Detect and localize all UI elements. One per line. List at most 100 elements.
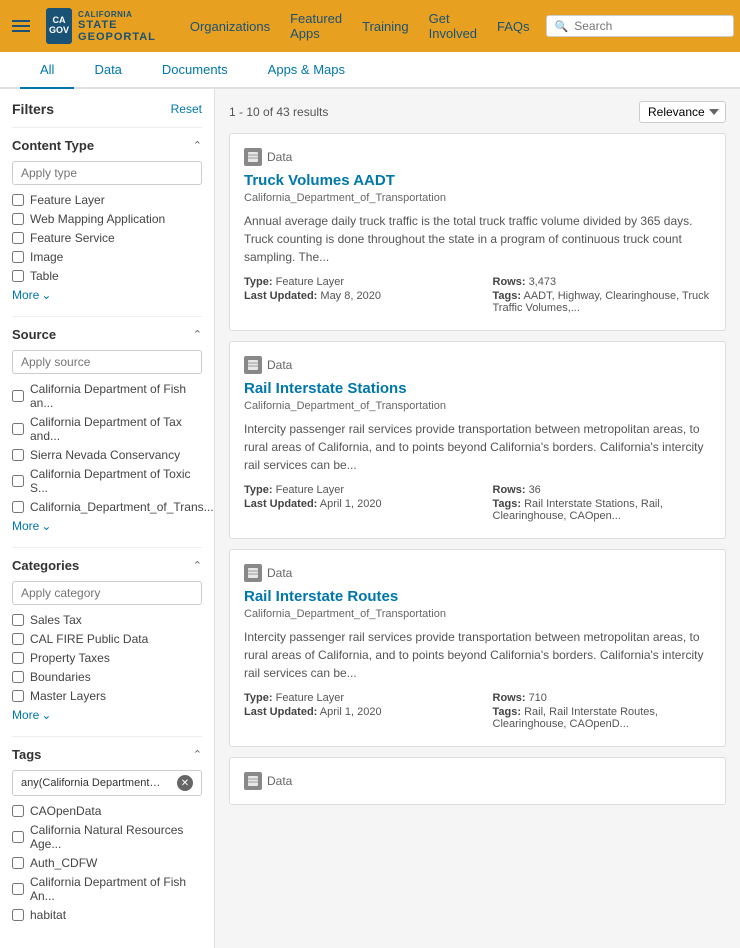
source-more[interactable]: More ⌄	[12, 519, 202, 533]
categories-input[interactable]	[12, 581, 202, 605]
content-type-more[interactable]: More ⌄	[12, 288, 202, 302]
card-meta-type-1: Type: Feature Layer	[244, 484, 463, 496]
label-tag-3[interactable]: California Department of Fish An...	[30, 875, 202, 903]
label-source-4[interactable]: California_Department_of_Trans...	[30, 500, 214, 514]
card-title-2[interactable]: Rail Interstate Routes	[244, 588, 711, 605]
checkbox-feature-layer[interactable]	[12, 194, 24, 206]
source-title: Source	[12, 327, 56, 342]
logo-icon-text: CAGOV	[49, 16, 69, 36]
tags-label-2: Tags:	[493, 706, 522, 718]
label-web-mapping[interactable]: Web Mapping Application	[30, 212, 165, 226]
card-meta-type-0: Type: Feature Layer	[244, 276, 463, 288]
content-type-header[interactable]: Content Type ⌃	[12, 138, 202, 153]
tags-header[interactable]: Tags ⌃	[12, 747, 202, 762]
search-icon: 🔍	[555, 20, 569, 33]
relevance-select[interactable]: Relevance	[639, 101, 726, 123]
tab-apps-maps[interactable]: Apps & Maps	[248, 52, 365, 89]
remove-tag-button[interactable]: ✕	[177, 775, 193, 791]
nav-get-involved[interactable]: Get Involved	[429, 11, 477, 41]
tab-all[interactable]: All	[20, 52, 74, 89]
label-source-0[interactable]: California Department of Fish an...	[30, 382, 202, 410]
card-description-1: Intercity passenger rail services provid…	[244, 420, 711, 474]
search-bar[interactable]: 🔍	[546, 15, 735, 37]
card-meta-type-2: Type: Feature Layer	[244, 692, 463, 704]
main-nav: Organizations Featured Apps Training Get…	[190, 11, 530, 41]
label-feature-service[interactable]: Feature Service	[30, 231, 115, 245]
checkbox-feature-service[interactable]	[12, 232, 24, 244]
filter-item-table: Table	[12, 269, 202, 283]
label-category-1[interactable]: CAL FIRE Public Data	[30, 632, 148, 646]
categories-header[interactable]: Categories ⌃	[12, 558, 202, 573]
nav-featured-apps[interactable]: Featured Apps	[290, 11, 342, 41]
reset-filters[interactable]: Reset	[171, 102, 202, 116]
tag-item-1: California Natural Resources Age...	[12, 823, 202, 851]
result-card-partial: Data	[229, 757, 726, 805]
label-category-2[interactable]: Property Taxes	[30, 651, 110, 665]
tab-documents[interactable]: Documents	[142, 52, 248, 89]
type-label-1: Type:	[244, 484, 273, 496]
checkbox-tag-2[interactable]	[12, 857, 24, 869]
rows-value-2: 710	[529, 692, 547, 704]
checkbox-category-0[interactable]	[12, 614, 24, 626]
nav-training[interactable]: Training	[362, 19, 408, 34]
tab-data[interactable]: Data	[74, 52, 141, 89]
source-header[interactable]: Source ⌃	[12, 327, 202, 342]
updated-value-1: April 1, 2020	[320, 498, 382, 510]
checkbox-table[interactable]	[12, 270, 24, 282]
source-item-2: Sierra Nevada Conservancy	[12, 448, 202, 462]
label-table[interactable]: Table	[30, 269, 59, 283]
label-category-4[interactable]: Master Layers	[30, 689, 106, 703]
checkbox-category-3[interactable]	[12, 671, 24, 683]
nav-faqs[interactable]: FAQs	[497, 19, 530, 34]
label-category-0[interactable]: Sales Tax	[30, 613, 82, 627]
content-type-input[interactable]	[12, 161, 202, 185]
checkbox-category-1[interactable]	[12, 633, 24, 645]
updated-label-1: Last Updated:	[244, 498, 317, 510]
checkbox-source-0[interactable]	[12, 390, 24, 402]
label-image[interactable]: Image	[30, 250, 63, 264]
label-feature-layer[interactable]: Feature Layer	[30, 193, 105, 207]
checkbox-tag-0[interactable]	[12, 805, 24, 817]
checkbox-tag-1[interactable]	[12, 831, 24, 843]
checkbox-category-4[interactable]	[12, 690, 24, 702]
label-tag-1[interactable]: California Natural Resources Age...	[30, 823, 202, 851]
card-meta-rows-0: Rows: 3,473	[493, 276, 712, 288]
tags-label-1: Tags:	[493, 498, 522, 510]
filter-item-image: Image	[12, 250, 202, 264]
label-tag-0[interactable]: CAOpenData	[30, 804, 101, 818]
categories-more[interactable]: More ⌄	[12, 708, 202, 722]
checkbox-category-2[interactable]	[12, 652, 24, 664]
tag-item-4: habitat	[12, 908, 202, 922]
checkbox-image[interactable]	[12, 251, 24, 263]
label-category-3[interactable]: Boundaries	[30, 670, 91, 684]
checkbox-source-1[interactable]	[12, 423, 24, 435]
search-input[interactable]	[574, 19, 725, 33]
results-content: 1 - 10 of 43 results Relevance Data Truc…	[215, 89, 740, 948]
checkbox-source-3[interactable]	[12, 475, 24, 487]
checkbox-source-4[interactable]	[12, 501, 24, 513]
checkbox-web-mapping[interactable]	[12, 213, 24, 225]
card-title-1[interactable]: Rail Interstate Stations	[244, 380, 711, 397]
card-meta-left-1: Type: Feature Layer Last Updated: April …	[244, 484, 463, 524]
label-tag-4[interactable]: habitat	[30, 908, 66, 922]
card-type-badge-0: Data	[244, 148, 711, 166]
categories-title: Categories	[12, 558, 79, 573]
label-tag-2[interactable]: Auth_CDFW	[30, 856, 97, 870]
header: CAGOV CALIFORNIA STATE GEOPORTAL Organiz…	[0, 0, 740, 52]
result-card-rail-routes: Data Rail Interstate Routes California_D…	[229, 549, 726, 747]
checkbox-source-2[interactable]	[12, 449, 24, 461]
card-title-0[interactable]: Truck Volumes AADT	[244, 172, 711, 189]
type-value-1: Feature Layer	[276, 484, 344, 496]
hamburger-menu[interactable]	[12, 20, 30, 32]
nav-organizations[interactable]: Organizations	[190, 19, 270, 34]
more-chevron: ⌄	[41, 288, 51, 302]
results-count: 1 - 10 of 43 results	[229, 105, 328, 119]
label-source-3[interactable]: California Department of Toxic S...	[30, 467, 202, 495]
label-source-1[interactable]: California Department of Tax and...	[30, 415, 202, 443]
logo-text: CALIFORNIA STATE GEOPORTAL	[78, 10, 166, 43]
tags-label-0: Tags:	[493, 290, 522, 302]
label-source-2[interactable]: Sierra Nevada Conservancy	[30, 448, 180, 462]
checkbox-tag-4[interactable]	[12, 909, 24, 921]
checkbox-tag-3[interactable]	[12, 883, 24, 895]
source-input[interactable]	[12, 350, 202, 374]
